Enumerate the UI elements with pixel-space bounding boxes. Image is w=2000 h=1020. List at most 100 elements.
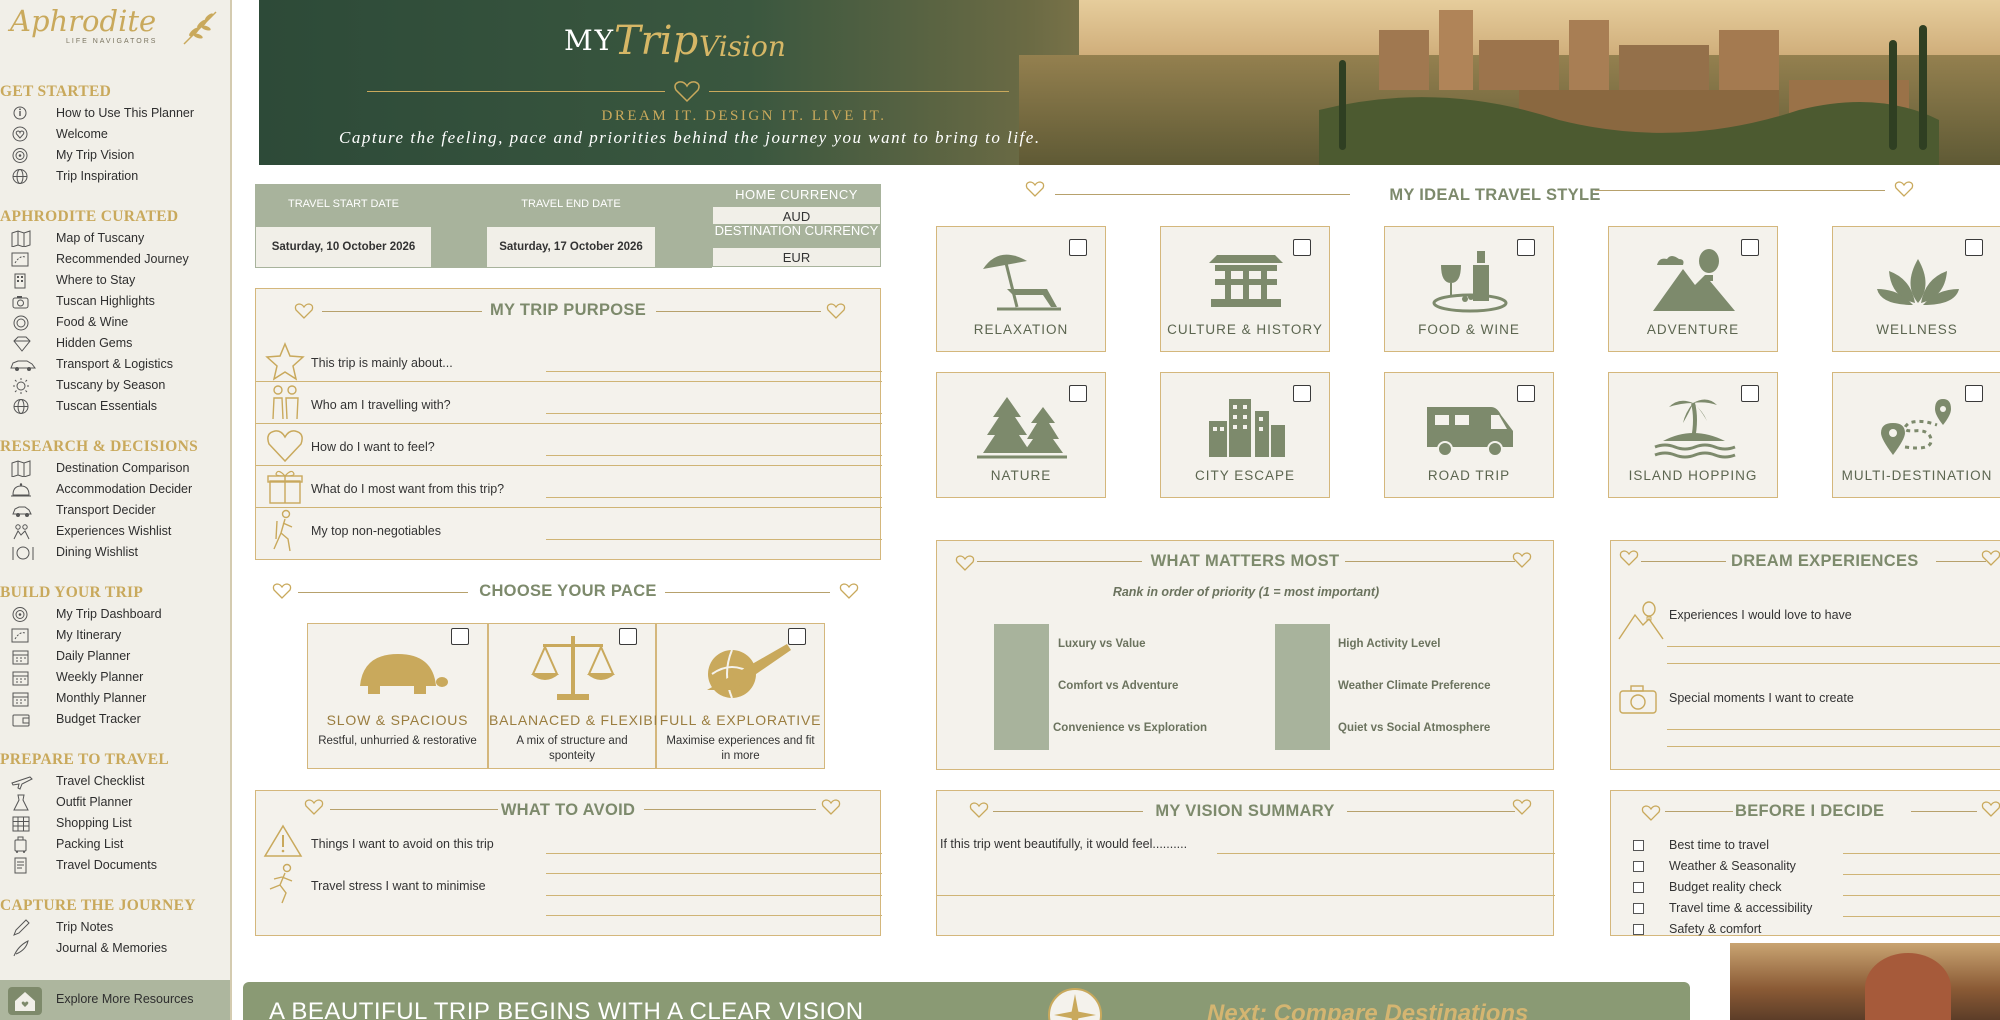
style-checkbox[interactable] [1293,385,1311,402]
sidebar-item-budget-tracker[interactable]: Budget Tracker [0,709,230,730]
answer-line[interactable] [546,413,882,414]
sidebar-item-where-to-stay[interactable]: Where to Stay [0,270,230,291]
brand-logo[interactable]: Aphrodite LIFE NAVIGATORS [0,0,230,60]
sidebar-item-hidden-gems[interactable]: Hidden Gems [0,333,230,354]
sidebar-item-journal-memories[interactable]: Journal & Memories [0,938,230,959]
answer-line[interactable] [546,455,882,456]
sidebar-item-my-trip-dashboard[interactable]: My Trip Dashboard [0,604,230,625]
style-card-city-escape[interactable]: CITY ESCAPE [1160,372,1330,498]
pace-option-slow[interactable]: SLOW & SPACIOUS Restful, unhurried & res… [307,623,488,769]
sidebar-item-trip-notes[interactable]: Trip Notes [0,917,230,938]
style-card-road-trip[interactable]: ROAD TRIP [1384,372,1554,498]
rank-input[interactable] [994,624,1049,666]
sidebar-item-tuscan-highlights[interactable]: Tuscan Highlights [0,291,230,312]
answer-line[interactable] [1667,646,2000,647]
answer-line[interactable] [1667,729,2000,730]
rank-input[interactable] [1275,666,1330,708]
decide-checkbox[interactable] [1633,924,1644,935]
sidebar-item-food-wine[interactable]: Food & Wine [0,312,230,333]
sidebar-item-destination-comparison[interactable]: Destination Comparison [0,458,230,479]
answer-line[interactable] [546,853,882,854]
answer-line[interactable] [1667,663,2000,664]
decide-checkbox[interactable] [1633,903,1644,914]
answer-line[interactable] [1843,895,2000,896]
style-card-island-hopping[interactable]: ISLAND HOPPING [1608,372,1778,498]
sidebar-item-trip-inspiration[interactable]: Trip Inspiration [0,166,230,187]
explore-more-button[interactable]: Explore More Resources [0,980,230,1020]
answer-line[interactable] [1843,916,2000,917]
style-card-relaxation[interactable]: RELAXATION [936,226,1106,352]
style-card-nature[interactable]: NATURE [936,372,1106,498]
rank-input[interactable] [994,666,1049,708]
answer-line[interactable] [546,873,882,874]
style-checkbox[interactable] [1293,239,1311,256]
sidebar-item-tuscan-essentials[interactable]: Tuscan Essentials [0,396,230,417]
answer-line[interactable] [1843,874,2000,875]
start-date-label: TRAVEL START DATE [255,184,432,226]
sidebar-item-daily-planner[interactable]: Daily Planner [0,646,230,667]
rank-input[interactable] [1275,624,1330,666]
sidebar-item-weekly-planner[interactable]: Weekly Planner [0,667,230,688]
answer-line[interactable] [546,371,882,372]
answer-line[interactable] [1667,746,2000,747]
style-checkbox[interactable] [1517,239,1535,256]
end-date-field[interactable]: Saturday, 17 October 2026 [486,226,656,268]
style-card-adventure[interactable]: ADVENTURE [1608,226,1778,352]
sidebar-item-packing-list[interactable]: Packing List [0,834,230,855]
answer-line[interactable] [546,539,882,540]
answer-line[interactable] [1217,853,1555,854]
pace-option-balanced[interactable]: BALANACED & FLEXIBLE A mix of structure … [488,623,671,769]
sidebar-item-monthly-planner[interactable]: Monthly Planner [0,688,230,709]
vision-summary-prompt: If this trip went beautifully, it would … [940,837,1188,851]
heart-icon [1512,552,1532,568]
sidebar-item-transport-decider[interactable]: Transport Decider [0,500,230,521]
style-card-food-wine[interactable]: FOOD & WINE [1384,226,1554,352]
sidebar-item-outfit-planner[interactable]: Outfit Planner [0,792,230,813]
style-card-culture-history[interactable]: CULTURE & HISTORY [1160,226,1330,352]
answer-line[interactable] [546,915,882,916]
pace-option-full[interactable]: FULL & EXPLORATIVE Maximise experiences … [656,623,825,769]
sidebar-item-my-trip-vision[interactable]: My Trip Vision [0,145,230,166]
rank-input[interactable] [994,708,1049,750]
sidebar-item-travel-documents[interactable]: Travel Documents [0,855,230,876]
decide-checkbox[interactable] [1633,861,1644,872]
grid-icon [12,816,30,832]
sidebar-item-how-to-use[interactable]: How to Use This Planner [0,103,230,124]
style-card-multi-destination[interactable]: MULTI-DESTINATION [1832,372,2000,498]
sidebar-item-transport-logistics[interactable]: Transport & Logistics [0,354,230,375]
start-date-field[interactable]: Saturday, 10 October 2026 [255,226,432,268]
style-checkbox[interactable] [1965,385,1983,402]
sidebar-item-travel-checklist[interactable]: Travel Checklist [0,771,230,792]
style-card-wellness[interactable]: WELLNESS [1832,226,2000,352]
style-checkbox[interactable] [1517,385,1535,402]
city-icon [1209,399,1285,457]
sidebar-item-recommended-journey[interactable]: Recommended Journey [0,249,230,270]
sidebar-item-tuscany-by-season[interactable]: Tuscany by Season [0,375,230,396]
home-currency-field[interactable]: AUD [712,206,881,225]
sidebar-item-accommodation-decider[interactable]: Accommodation Decider [0,479,230,500]
sidebar-item-welcome[interactable]: Welcome [0,124,230,145]
sidebar-item-map-of-tuscany[interactable]: Map of Tuscany [0,228,230,249]
style-checkbox[interactable] [1741,239,1759,256]
decide-checkbox[interactable] [1633,840,1644,851]
pace-checkbox[interactable] [451,628,469,645]
next-page-link[interactable]: Next: Compare Destinations [1207,1000,1528,1020]
style-checkbox[interactable] [1069,385,1087,402]
sidebar-item-my-itinerary[interactable]: My Itinerary [0,625,230,646]
banner-tagline: DREAM IT. DESIGN IT. LIVE IT. [601,108,887,124]
style-checkbox[interactable] [1965,239,1983,256]
car-icon [10,360,36,371]
answer-line[interactable] [1843,853,2000,854]
style-checkbox[interactable] [1069,239,1087,256]
rank-input[interactable] [1275,708,1330,750]
answer-line[interactable] [937,895,1555,896]
sidebar-item-dining-wishlist[interactable]: Dining Wishlist [0,542,230,563]
sidebar-item-experiences-wishlist[interactable]: Experiences Wishlist [0,521,230,542]
style-checkbox[interactable] [1741,385,1759,402]
date-spacer [432,184,486,268]
answer-line[interactable] [546,497,882,498]
sidebar-item-shopping-list[interactable]: Shopping List [0,813,230,834]
decide-checkbox[interactable] [1633,882,1644,893]
answer-line[interactable] [546,895,882,896]
destination-currency-field[interactable]: EUR [712,247,881,267]
